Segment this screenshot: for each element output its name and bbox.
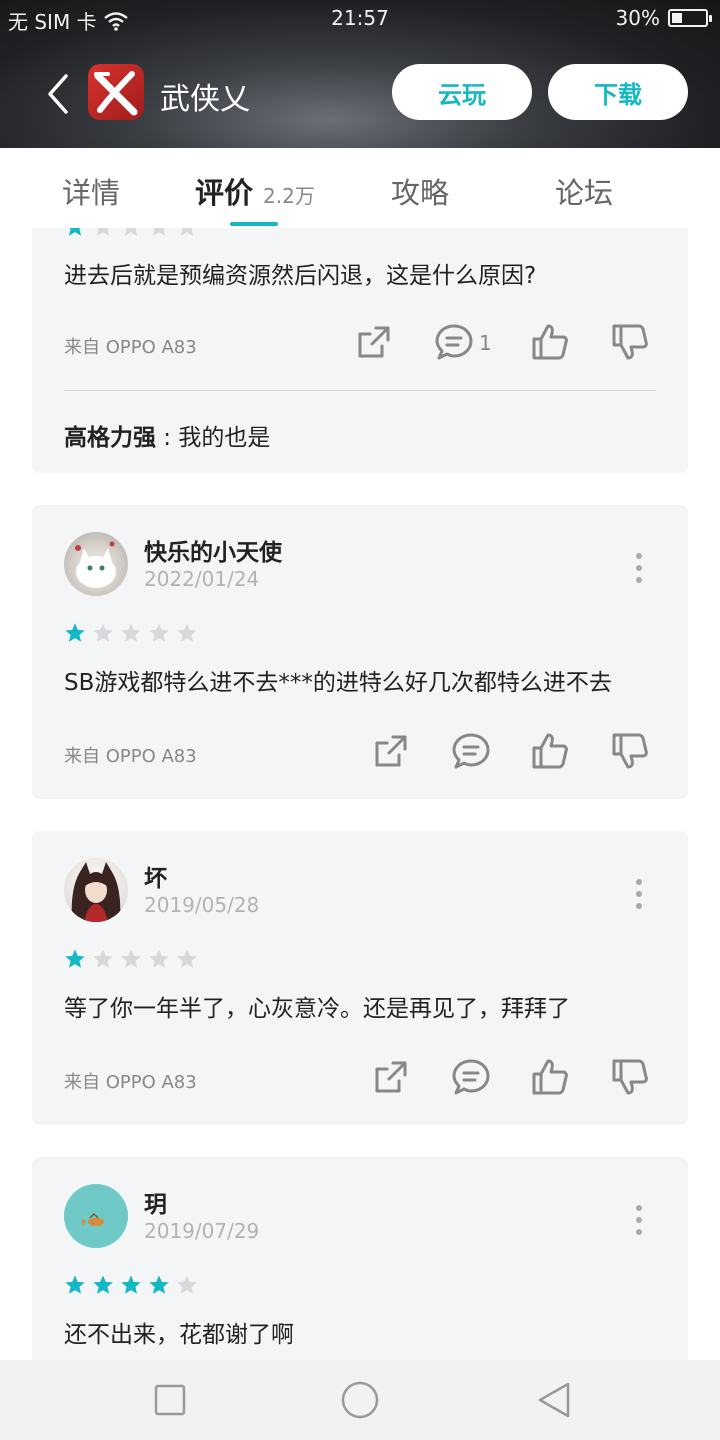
star-empty-icon — [149, 949, 169, 968]
review-date: 2019/07/29 — [144, 1219, 260, 1243]
fish-avatar-icon — [82, 1212, 104, 1226]
app-header: 无 SIM 卡 21:57 30% 武侠乂 云玩 下载 — [0, 0, 720, 148]
star-empty-icon — [152, 228, 166, 236]
active-tab-indicator — [230, 222, 278, 226]
user-avatar[interactable] — [64, 1184, 128, 1248]
star-rating — [64, 228, 198, 238]
share-icon[interactable] — [371, 1057, 411, 1097]
username[interactable]: 玥 — [144, 1185, 167, 1219]
thumbs-down-icon[interactable] — [610, 731, 650, 771]
tab-reviews[interactable]: 评价 2.2万 — [195, 170, 315, 212]
share-icon[interactable] — [354, 322, 394, 362]
review-card: 坏 2019/05/28 等了你一年半了，心灰意冷。还是再见了，拜拜了 来自 O… — [32, 831, 688, 1125]
reply-text: 我的也是 — [178, 425, 271, 451]
more-options-icon[interactable] — [636, 553, 644, 589]
star-filled-icon — [65, 623, 85, 642]
reviews-list[interactable]: 进去后就是预编资源然后闪退，这是什么原因? 来自 OPPO A83 1 高格力强… — [0, 228, 720, 1360]
username[interactable]: 坏 — [144, 859, 167, 893]
review-card: 快乐的小天使 2022/01/24 SB游戏都特么进不去***的进特么好几次都特… — [32, 505, 688, 799]
status-bar: 无 SIM 卡 21:57 30% — [0, 0, 720, 38]
more-options-icon[interactable] — [636, 879, 644, 915]
app-title: 武侠乂 — [160, 82, 250, 117]
star-empty-icon — [149, 623, 169, 642]
app-icon — [88, 64, 144, 120]
thumbs-up-icon[interactable] — [530, 322, 570, 362]
star-rating — [64, 948, 198, 970]
cloud-play-button[interactable]: 云玩 — [392, 64, 532, 120]
game-logo-icon — [94, 71, 138, 116]
review-date: 2019/05/28 — [144, 893, 260, 917]
star-empty-icon — [121, 623, 141, 642]
device-label: 来自 OPPO A83 — [64, 746, 197, 767]
star-empty-icon — [180, 228, 194, 236]
comment-count: 1 — [479, 331, 492, 355]
recent-apps-icon[interactable] — [150, 1380, 190, 1420]
thumbs-up-icon[interactable] — [530, 1057, 570, 1097]
star-rating — [64, 1274, 198, 1296]
review-text: 进去后就是预编资源然后闪退，这是什么原因? — [64, 263, 537, 289]
user-avatar[interactable] — [64, 532, 128, 596]
star-empty-icon — [121, 949, 141, 968]
system-nav-bar — [0, 1360, 720, 1440]
share-icon[interactable] — [371, 731, 411, 771]
thumbs-up-icon[interactable] — [530, 731, 570, 771]
device-label: 来自 OPPO A83 — [64, 337, 197, 358]
tab-forum[interactable]: 论坛 — [555, 170, 613, 212]
tab-bar: 详情 评价 2.2万 攻略 论坛 — [0, 148, 720, 228]
star-filled-icon — [121, 1275, 141, 1294]
back-triangle-icon[interactable] — [534, 1380, 574, 1420]
star-empty-icon — [96, 228, 110, 236]
review-text: 等了你一年半了，心灰意冷。还是再见了，拜拜了 — [64, 996, 570, 1022]
review-text: 还不出来，花都谢了啊 — [64, 1322, 294, 1348]
user-avatar[interactable] — [64, 858, 128, 922]
review-date: 2022/01/24 — [144, 567, 260, 591]
review-card: 玥 2019/07/29 还不出来，花都谢了啊 — [32, 1157, 688, 1360]
star-filled-icon — [65, 949, 85, 968]
thumbs-down-icon[interactable] — [610, 322, 650, 362]
download-button[interactable]: 下载 — [548, 64, 688, 120]
more-options-icon[interactable] — [636, 1205, 644, 1241]
thumbs-down-icon[interactable] — [610, 1057, 650, 1097]
star-empty-icon — [124, 228, 138, 236]
comment-icon[interactable] — [451, 1057, 491, 1097]
review-text: SB游戏都特么进不去***的进特么好几次都特么进不去 — [64, 670, 612, 696]
comment-icon[interactable] — [451, 731, 491, 771]
divider — [64, 390, 656, 391]
back-arrow-icon[interactable] — [40, 72, 76, 116]
star-filled-icon — [93, 1275, 113, 1294]
star-filled-icon — [149, 1275, 169, 1294]
home-icon[interactable] — [340, 1380, 380, 1420]
star-empty-icon — [93, 623, 113, 642]
star-rating — [64, 622, 198, 644]
reply-item[interactable]: 高格力强 : 我的也是 — [64, 418, 270, 452]
star-empty-icon — [177, 949, 197, 968]
clock: 21:57 — [331, 6, 389, 30]
review-card: 进去后就是预编资源然后闪退，这是什么原因? 来自 OPPO A83 1 高格力强… — [32, 228, 688, 473]
device-label: 来自 OPPO A83 — [64, 1072, 197, 1093]
cat-avatar-icon — [75, 541, 116, 588]
battery-icon — [668, 9, 712, 27]
username[interactable]: 快乐的小天使 — [144, 533, 282, 567]
star-empty-icon — [177, 1275, 197, 1294]
tab-guides[interactable]: 攻略 — [391, 170, 449, 212]
tab-details[interactable]: 详情 — [62, 170, 120, 212]
star-filled-icon — [68, 228, 82, 236]
star-filled-icon — [65, 1275, 85, 1294]
star-empty-icon — [93, 949, 113, 968]
reply-user: 高格力强 — [64, 425, 156, 451]
battery-percent: 30% — [615, 6, 660, 30]
comment-icon[interactable] — [434, 322, 474, 362]
star-empty-icon — [177, 623, 197, 642]
anime-avatar-icon — [71, 862, 121, 922]
review-count: 2.2万 — [263, 184, 315, 208]
